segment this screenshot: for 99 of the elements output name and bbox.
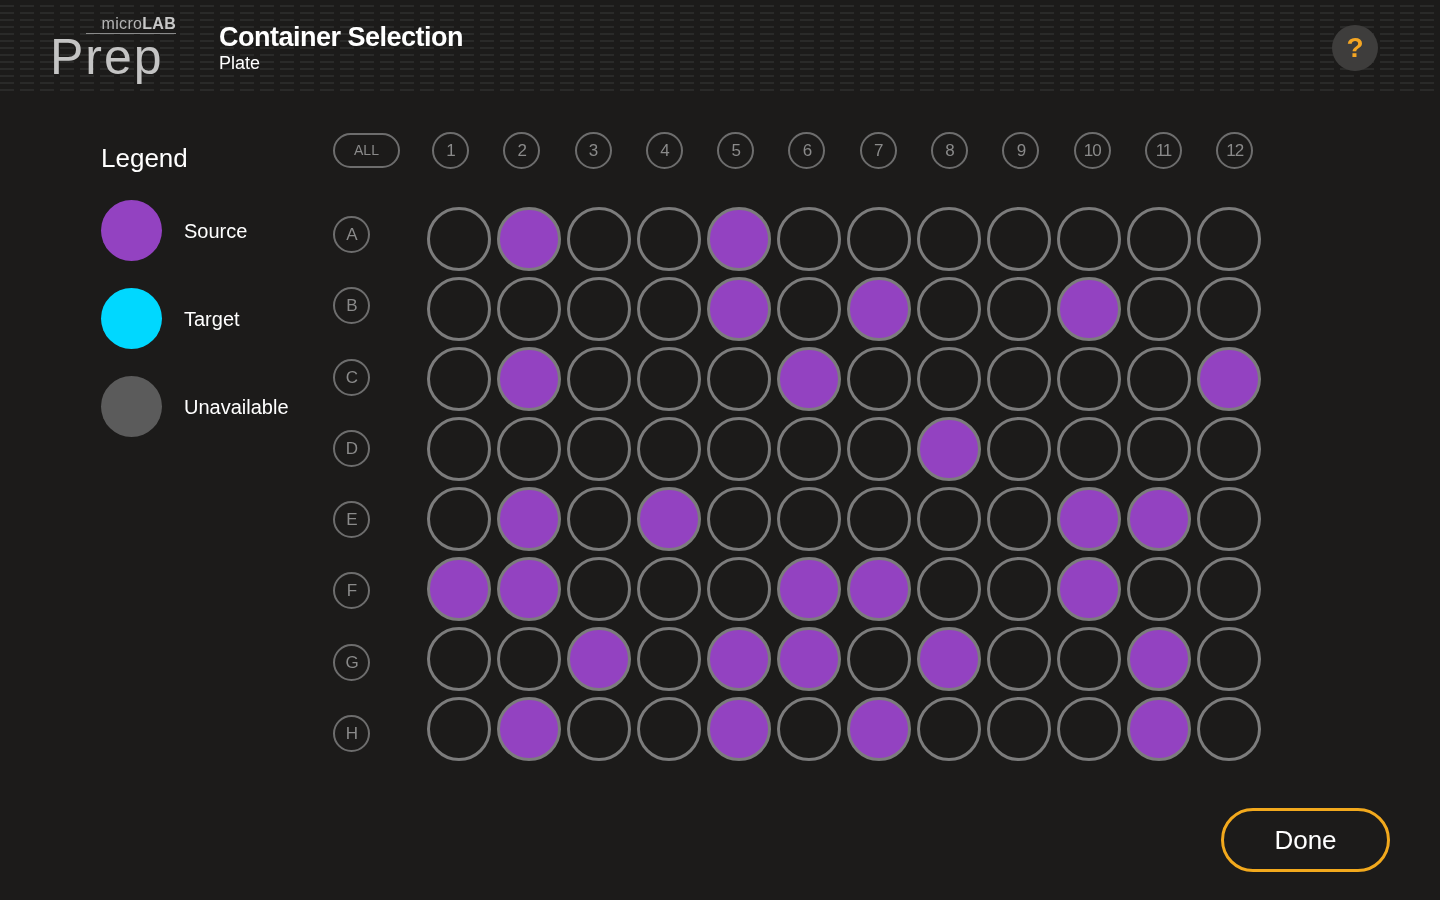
- well[interactable]: [637, 277, 701, 341]
- column-button[interactable]: 12: [1216, 132, 1254, 169]
- well[interactable]: [1057, 627, 1121, 691]
- row-button[interactable]: F: [333, 572, 370, 610]
- column-button[interactable]: 10: [1073, 132, 1111, 169]
- column-button[interactable]: 8: [931, 132, 969, 169]
- well[interactable]: [847, 487, 911, 551]
- well[interactable]: [567, 697, 631, 761]
- well[interactable]: [1197, 557, 1261, 621]
- column-button[interactable]: 11: [1144, 132, 1182, 169]
- row-button[interactable]: A: [333, 216, 370, 253]
- well[interactable]: [707, 557, 771, 621]
- well[interactable]: [427, 487, 491, 551]
- well[interactable]: [1127, 347, 1191, 411]
- row-button[interactable]: G: [333, 643, 370, 681]
- well[interactable]: [427, 347, 491, 411]
- well[interactable]: [567, 347, 631, 411]
- well[interactable]: [427, 277, 491, 341]
- legend-label: Unavailable: [184, 394, 289, 419]
- well[interactable]: [1197, 697, 1261, 761]
- legend-title: Legend: [101, 143, 189, 173]
- well[interactable]: [1057, 417, 1121, 481]
- well[interactable]: [987, 697, 1051, 761]
- well[interactable]: [1057, 697, 1121, 761]
- well[interactable]: [777, 207, 841, 271]
- well[interactable]: [777, 487, 841, 551]
- well[interactable]: [987, 487, 1051, 551]
- column-button[interactable]: 4: [645, 132, 683, 169]
- well[interactable]: [777, 697, 841, 761]
- select-all-button[interactable]: ALL: [333, 133, 400, 168]
- row-button[interactable]: H: [333, 715, 370, 753]
- well[interactable]: [1127, 277, 1191, 341]
- well[interactable]: [497, 277, 561, 341]
- well[interactable]: [987, 207, 1051, 271]
- row-button[interactable]: C: [333, 358, 370, 396]
- well[interactable]: [777, 417, 841, 481]
- well[interactable]: [1127, 207, 1191, 271]
- well[interactable]: [1057, 207, 1121, 271]
- row-button[interactable]: E: [333, 501, 370, 539]
- done-button[interactable]: Done: [1221, 808, 1390, 872]
- well[interactable]: [637, 627, 701, 691]
- column-button[interactable]: 2: [503, 132, 541, 169]
- screen-title: Container Selection: [219, 21, 464, 52]
- well[interactable]: [427, 627, 491, 691]
- well[interactable]: [987, 557, 1051, 621]
- well[interactable]: [567, 557, 631, 621]
- column-button[interactable]: 6: [788, 132, 826, 169]
- column-button[interactable]: 9: [1002, 132, 1040, 169]
- well[interactable]: [497, 417, 561, 481]
- well[interactable]: [917, 347, 981, 411]
- column-button[interactable]: 1: [432, 132, 469, 169]
- logo-small-text: microLAB: [101, 15, 176, 32]
- well[interactable]: [637, 697, 701, 761]
- well[interactable]: [1197, 487, 1261, 551]
- well[interactable]: [847, 417, 911, 481]
- well[interactable]: [427, 697, 491, 761]
- well[interactable]: [1127, 557, 1191, 621]
- well[interactable]: [987, 277, 1051, 341]
- well[interactable]: [427, 417, 491, 481]
- well[interactable]: [987, 347, 1051, 411]
- well[interactable]: [847, 347, 911, 411]
- well[interactable]: [847, 207, 911, 271]
- well[interactable]: [1127, 417, 1191, 481]
- well[interactable]: [707, 417, 771, 481]
- well[interactable]: [637, 347, 701, 411]
- well[interactable]: [637, 207, 701, 271]
- well[interactable]: [987, 417, 1051, 481]
- well[interactable]: [917, 697, 981, 761]
- well[interactable]: [917, 277, 981, 341]
- well[interactable]: [567, 417, 631, 481]
- well[interactable]: [1197, 277, 1261, 341]
- well[interactable]: [987, 627, 1051, 691]
- legend-label: Target: [184, 306, 240, 331]
- column-button[interactable]: 3: [574, 132, 612, 169]
- row-button[interactable]: D: [333, 429, 370, 467]
- well[interactable]: [707, 487, 771, 551]
- well[interactable]: [567, 207, 631, 271]
- well[interactable]: [427, 207, 491, 271]
- screen-subtitle: Plate: [219, 51, 262, 74]
- legend-label: Source: [184, 218, 248, 243]
- help-button[interactable]: ?: [1332, 24, 1378, 71]
- well[interactable]: [917, 487, 981, 551]
- column-button[interactable]: 7: [859, 132, 897, 169]
- well[interactable]: [637, 557, 701, 621]
- well[interactable]: [567, 277, 631, 341]
- column-button[interactable]: 5: [717, 132, 755, 169]
- well[interactable]: [917, 557, 981, 621]
- well[interactable]: [777, 277, 841, 341]
- well[interactable]: [707, 347, 771, 411]
- well[interactable]: [1197, 417, 1261, 481]
- well[interactable]: [1197, 207, 1261, 271]
- row-button[interactable]: B: [333, 287, 370, 325]
- well[interactable]: [1057, 347, 1121, 411]
- well[interactable]: [917, 207, 981, 271]
- well[interactable]: [637, 417, 701, 481]
- well[interactable]: [1197, 627, 1261, 691]
- well[interactable]: [497, 627, 561, 691]
- well[interactable]: [567, 487, 631, 551]
- well[interactable]: [847, 627, 911, 691]
